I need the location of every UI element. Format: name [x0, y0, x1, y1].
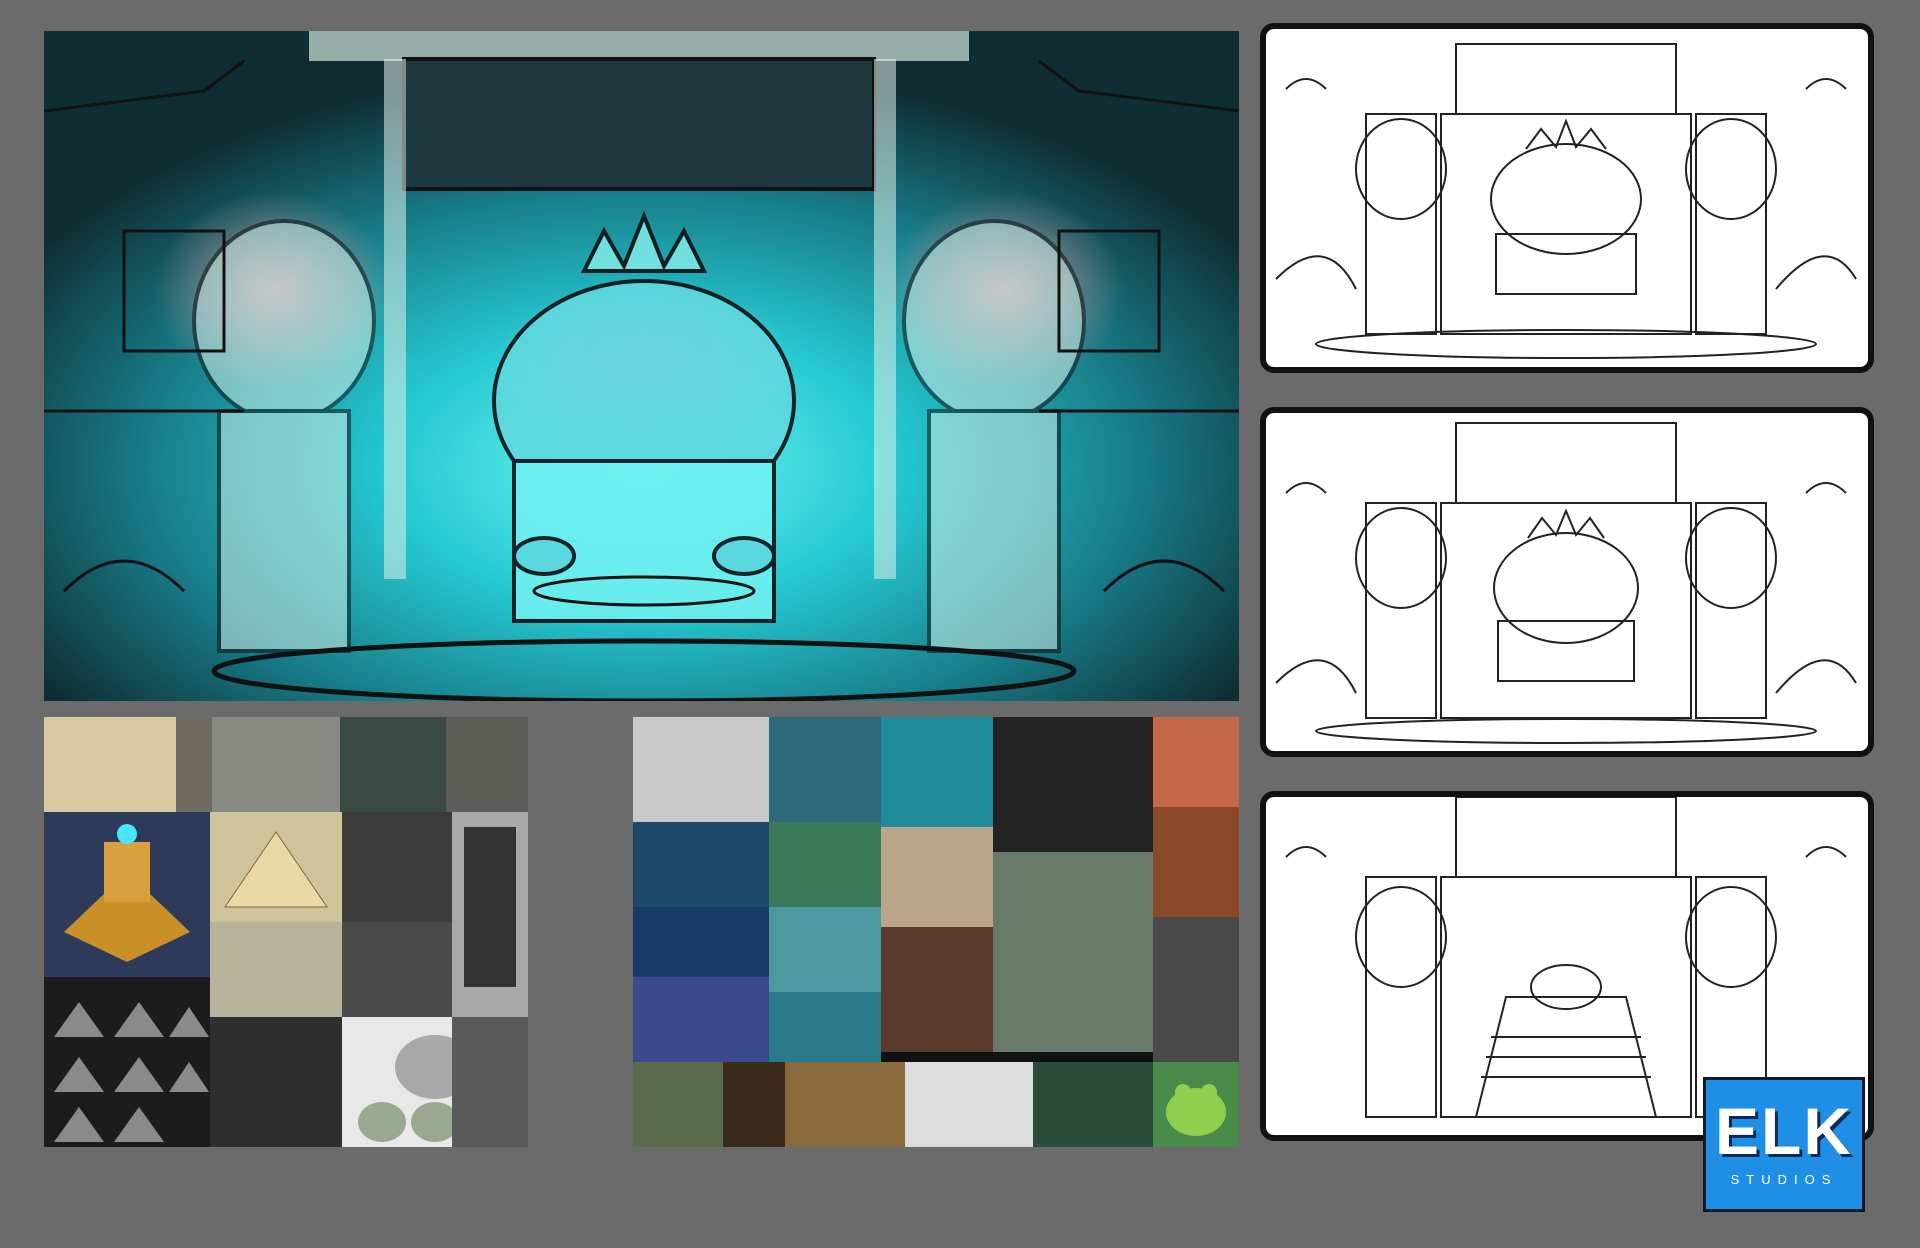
- ref-tile-stair-model: [905, 1062, 1033, 1147]
- ref-tile-night-water: [633, 977, 769, 1062]
- ref-tile-carved-columns: [881, 827, 993, 927]
- ref-tile-frog-character: [1153, 1062, 1239, 1147]
- ref-tile-ruins-photo: [210, 1017, 342, 1147]
- iso-temple-shape: [64, 824, 190, 962]
- ref-tile-mini-pyramids: [44, 977, 210, 1147]
- ref-tile-platforms: [769, 992, 881, 1062]
- ref-tile-dark-photo: [1153, 917, 1239, 1062]
- ref-tile-portal: [633, 822, 769, 907]
- ref-tile-pink-ruins: [769, 907, 881, 992]
- reference-moodboard-left: [44, 717, 528, 1147]
- ref-tile-dark-pillar: [452, 812, 528, 1017]
- logo-wordmark: ELK: [1715, 1094, 1853, 1168]
- ref-tile-waterfall: [881, 717, 993, 827]
- ref-tile-iso-temple: [44, 812, 210, 977]
- hero-concept-illustration: [44, 31, 1239, 701]
- ref-tile-pillar: [446, 717, 528, 812]
- ref-tile-columns-row: [212, 717, 340, 812]
- ref-tile-patterns: [342, 922, 452, 1017]
- hero-artwork: [44, 31, 1239, 701]
- ref-tile-stone-heads: [881, 927, 993, 1052]
- thumbnail-sketch-1: [1260, 23, 1874, 373]
- sketch-2-lineart: [1275, 422, 1857, 744]
- sketch-1-lineart: [1275, 43, 1857, 359]
- frog-character-shape: [1166, 1084, 1226, 1136]
- ref-tile-frog-sculpt: [210, 922, 342, 1017]
- ref-tile-stone-assets: [993, 852, 1153, 1052]
- ref-tile-statue-sheet: [993, 717, 1153, 852]
- ref-tile-carved-pillar: [452, 1017, 528, 1147]
- ref-tile-temple-slot: [44, 717, 176, 812]
- ref-tile-blue-ring: [633, 907, 769, 977]
- ref-tile-interior: [1153, 807, 1239, 917]
- pyramid-shape: [224, 831, 328, 908]
- ref-tile-gate: [785, 1062, 905, 1147]
- reference-moodboard-right: [633, 717, 1239, 1147]
- thumbnail-sketch-2: [1260, 407, 1874, 757]
- ref-tile-idol: [633, 1062, 723, 1147]
- ref-tile-jungle-temple: [769, 822, 881, 907]
- ref-tile-jungle-pool: [1033, 1062, 1153, 1147]
- ref-tile-column-single: [176, 717, 212, 812]
- mini-pyramids: [54, 1002, 209, 1142]
- ref-tile-corridor: [723, 1062, 785, 1147]
- ref-tile-pyramid: [210, 812, 342, 922]
- ref-tile-sketch-room: [633, 717, 769, 822]
- ref-tile-board: [1153, 717, 1239, 807]
- ref-tile-statues: [340, 717, 446, 812]
- logo-subtitle: STUDIOS: [1730, 1172, 1838, 1187]
- ref-tile-iso-ruins: [769, 717, 881, 822]
- elk-studios-logo: ELK STUDIOS: [1703, 1077, 1865, 1212]
